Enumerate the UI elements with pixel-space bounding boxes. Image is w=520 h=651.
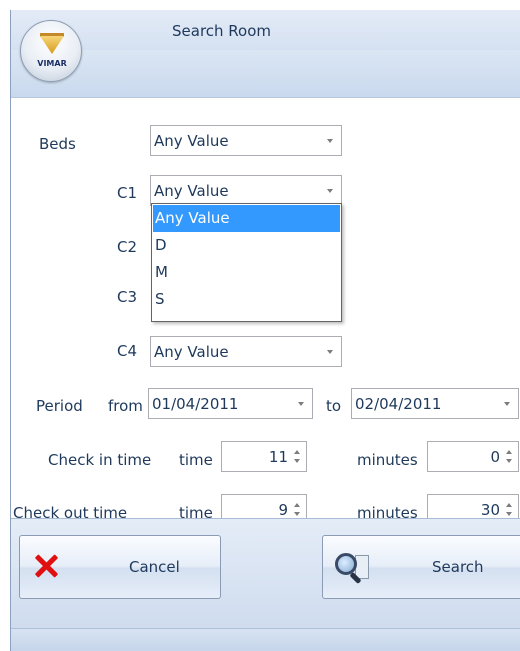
check-in-time-stepper[interactable]: 11 [221,441,307,472]
c2-label: C2 [117,238,138,256]
beds-value: Any Value [154,132,229,150]
check-in-minutes-stepper[interactable]: 0 [427,441,519,472]
search-room-window: Search Room VIMAR Beds Any Value C1 Any … [10,10,520,651]
chevron-down-icon [504,402,510,406]
beds-combo[interactable]: Any Value [150,125,342,156]
cancel-button[interactable]: Cancel [19,535,221,599]
spin-up-icon[interactable] [506,450,512,454]
period-label: Period [36,397,83,415]
c1-value: Any Value [154,182,229,200]
window-title: Search Room [172,22,272,40]
period-from-value: 01/04/2011 [152,395,239,413]
period-from-combo[interactable]: 01/04/2011 [148,388,313,419]
c4-combo[interactable]: Any Value [150,336,342,367]
spin-down-icon[interactable] [506,459,512,463]
spin-up-icon[interactable] [294,503,300,507]
spin-down-icon[interactable] [294,459,300,463]
spin-up-icon[interactable] [506,503,512,507]
check-in-label: Check in time [48,451,152,469]
period-to-combo[interactable]: 02/04/2011 [351,388,519,419]
spin-up-icon[interactable] [294,450,300,454]
check-out-time-value: 9 [278,501,288,519]
cancel-button-label: Cancel [129,558,180,576]
search-button-label: Search [432,558,484,576]
check-in-minutes-value: 0 [490,448,500,466]
chevron-down-icon [327,189,333,193]
close-x-icon [34,554,58,578]
chevron-down-icon [327,139,333,143]
check-in-time-label: time [179,451,213,469]
logo-text: VIMAR [37,59,67,68]
search-button[interactable]: Search [322,535,520,599]
period-from-label: from [108,397,143,415]
c3-label: C3 [117,288,138,306]
c1-combo[interactable]: Any Value [150,175,342,206]
c4-value: Any Value [154,343,229,361]
app-menu-button[interactable]: VIMAR [20,20,82,82]
title-bar: Search Room [11,10,520,50]
button-bar: Cancel Search [11,518,520,628]
chevron-down-icon [327,350,333,354]
spin-down-icon[interactable] [506,512,512,516]
c4-label: C4 [117,342,138,360]
dropdown-option-m[interactable]: M [153,259,340,286]
dropdown-option-any-value[interactable]: Any Value [153,205,340,232]
search-form: Beds Any Value C1 Any Value C2 C3 C4 Any… [11,98,520,525]
period-to-label: to [326,397,342,415]
spin-down-icon[interactable] [294,512,300,516]
status-bar [11,628,520,651]
dropdown-option-s[interactable]: S [153,286,340,313]
chevron-down-icon [298,402,304,406]
c1-dropdown-list: Any Value D M S [151,203,342,322]
beds-label: Beds [39,135,76,153]
check-in-minutes-label: minutes [357,451,418,469]
period-to-value: 02/04/2011 [355,395,442,413]
check-in-time-value: 11 [268,448,288,466]
c1-label: C1 [117,184,138,202]
check-out-minutes-value: 30 [480,501,500,519]
magnifier-search-icon [333,549,373,585]
dropdown-option-d[interactable]: D [153,232,340,259]
ribbon-strip [11,50,520,98]
vimar-logo-shape [40,36,64,54]
